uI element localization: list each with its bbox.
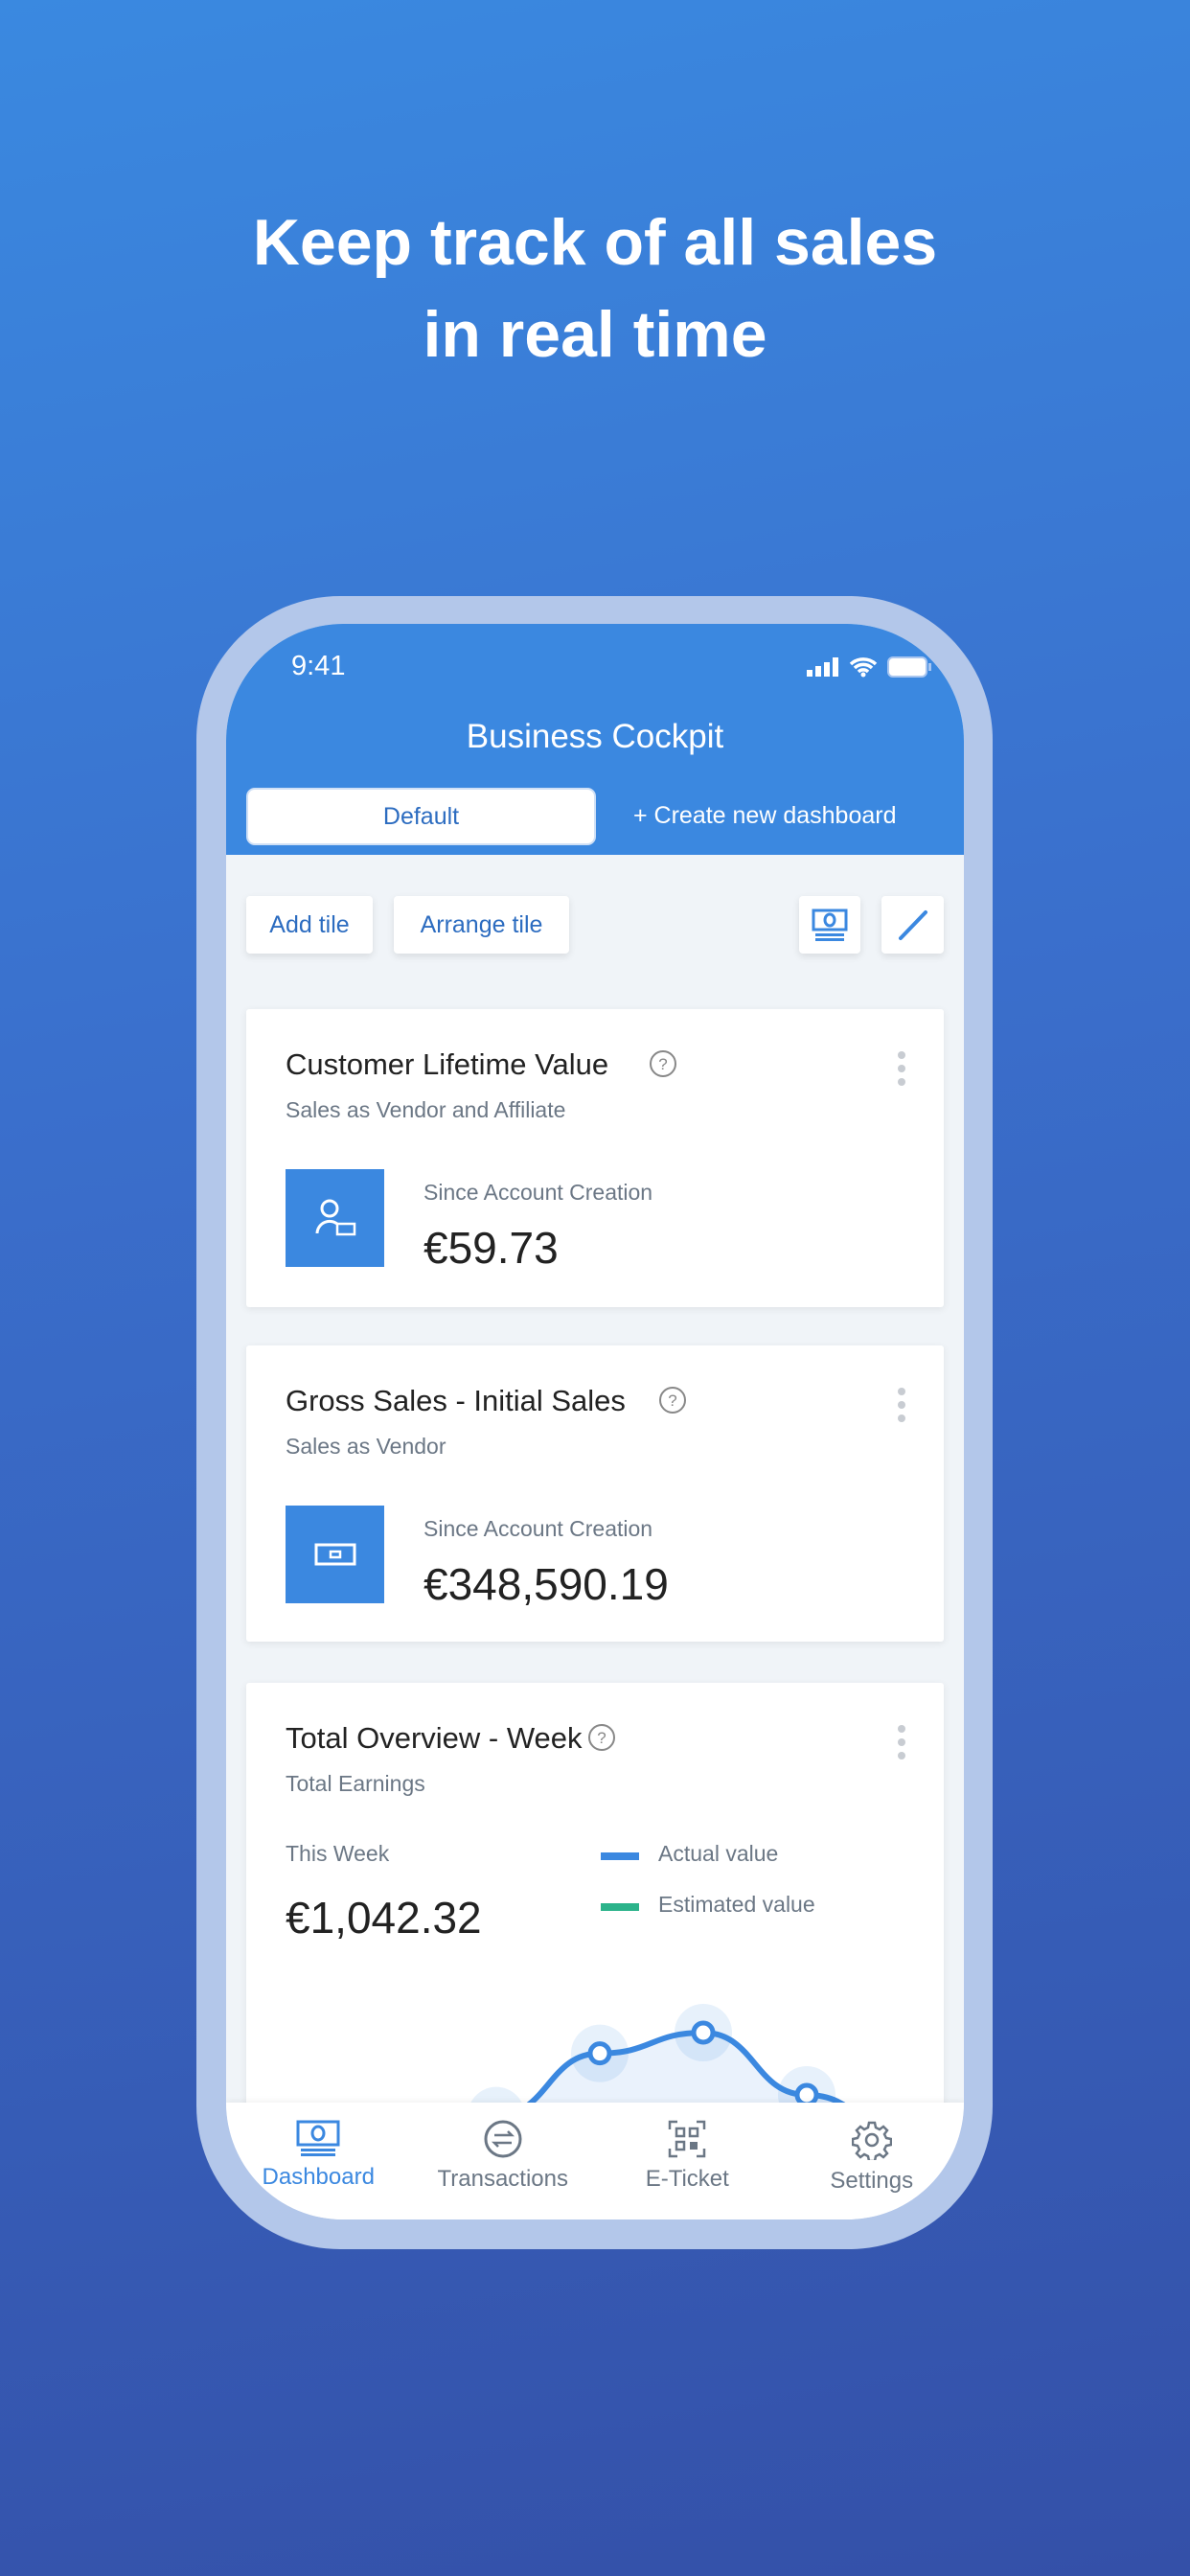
- status-time: 9:41: [291, 651, 346, 681]
- edit-button[interactable]: [881, 896, 944, 954]
- page-title: Business Cockpit: [466, 718, 724, 755]
- more-menu-icon[interactable]: [898, 1388, 905, 1428]
- svg-text:?: ?: [658, 1055, 667, 1073]
- card-gross-sales[interactable]: Gross Sales - Initial Sales ? Sales as V…: [246, 1346, 944, 1642]
- add-tile-button[interactable]: Add tile: [246, 896, 373, 954]
- card-title: Gross Sales - Initial Sales: [286, 1384, 626, 1417]
- app-header: 9:41 Business Cockpit Default + Create n…: [226, 624, 964, 855]
- nav-e-ticket[interactable]: E-Ticket: [595, 2103, 780, 2220]
- card-subtitle: Total Earnings: [286, 1771, 425, 1796]
- battery-icon: [887, 656, 931, 678]
- help-icon[interactable]: ?: [587, 1723, 616, 1752]
- arrange-tile-button[interactable]: Arrange tile: [394, 896, 569, 954]
- nav-label: E-Ticket: [645, 2166, 729, 2192]
- data-point[interactable]: [794, 2082, 819, 2107]
- nav-settings[interactable]: Settings: [780, 2103, 965, 2220]
- nav-label: Dashboard: [262, 2164, 375, 2190]
- transfer-icon: [484, 2120, 522, 2158]
- wifi-icon: [849, 657, 878, 678]
- help-icon[interactable]: ?: [649, 1049, 677, 1078]
- pencil-icon: [898, 910, 927, 940]
- status-icons: [807, 656, 931, 678]
- user-money-icon: [286, 1169, 384, 1267]
- headline: Keep track of all sales in real time: [0, 196, 1190, 380]
- svg-text:?: ?: [597, 1729, 606, 1747]
- qr-code-icon: [669, 2120, 706, 2158]
- legend-swatch-estimated: [601, 1903, 639, 1911]
- card-subtitle: Sales as Vendor and Affiliate: [286, 1097, 566, 1122]
- cash-icon: [286, 1506, 384, 1603]
- money-icon: [812, 908, 848, 941]
- card-title: Customer Lifetime Value: [286, 1047, 609, 1081]
- card-total-overview[interactable]: Total Overview - Week ? Total Earnings T…: [246, 1683, 944, 2162]
- svg-text:?: ?: [668, 1392, 676, 1410]
- nav-label: Settings: [830, 2168, 914, 2194]
- card-period-label: Since Account Creation: [423, 1180, 653, 1205]
- gear-icon: [851, 2121, 892, 2160]
- help-icon[interactable]: ?: [658, 1386, 687, 1414]
- card-period-label: Since Account Creation: [423, 1516, 653, 1541]
- card-value: €348,590.19: [423, 1559, 669, 1609]
- data-point[interactable]: [587, 2041, 612, 2066]
- headline-line-2: in real time: [423, 298, 767, 371]
- nav-dashboard[interactable]: Dashboard: [226, 2103, 411, 2220]
- card-subtitle: Sales as Vendor: [286, 1434, 446, 1459]
- card-value: €1,042.32: [286, 1893, 482, 1943]
- bottom-nav: Dashboard Transactions E-Ticket Settings: [226, 2103, 964, 2220]
- tab-default[interactable]: Default: [246, 788, 596, 845]
- signal-icon: [807, 657, 838, 677]
- data-point[interactable]: [691, 2020, 716, 2045]
- legend-actual: Actual value: [658, 1841, 779, 1866]
- nav-transactions[interactable]: Transactions: [411, 2103, 596, 2220]
- create-dashboard-link[interactable]: + Create new dashboard: [633, 802, 897, 830]
- legend-swatch-actual: [601, 1852, 639, 1860]
- more-menu-icon[interactable]: [898, 1725, 905, 1765]
- more-menu-icon[interactable]: [898, 1051, 905, 1092]
- card-value: €59.73: [423, 1223, 559, 1273]
- money-button[interactable]: [799, 896, 860, 954]
- money-icon: [296, 2120, 340, 2156]
- nav-label: Transactions: [437, 2166, 569, 2192]
- legend-estimated: Estimated value: [658, 1892, 815, 1917]
- card-title: Total Overview - Week: [286, 1721, 583, 1755]
- card-customer-lifetime-value[interactable]: Customer Lifetime Value ? Sales as Vendo…: [246, 1009, 944, 1307]
- headline-line-1: Keep track of all sales: [252, 206, 938, 279]
- phone-screen: 9:41 Business Cockpit Default + Create n…: [226, 624, 964, 2220]
- card-period-label: This Week: [286, 1841, 390, 1866]
